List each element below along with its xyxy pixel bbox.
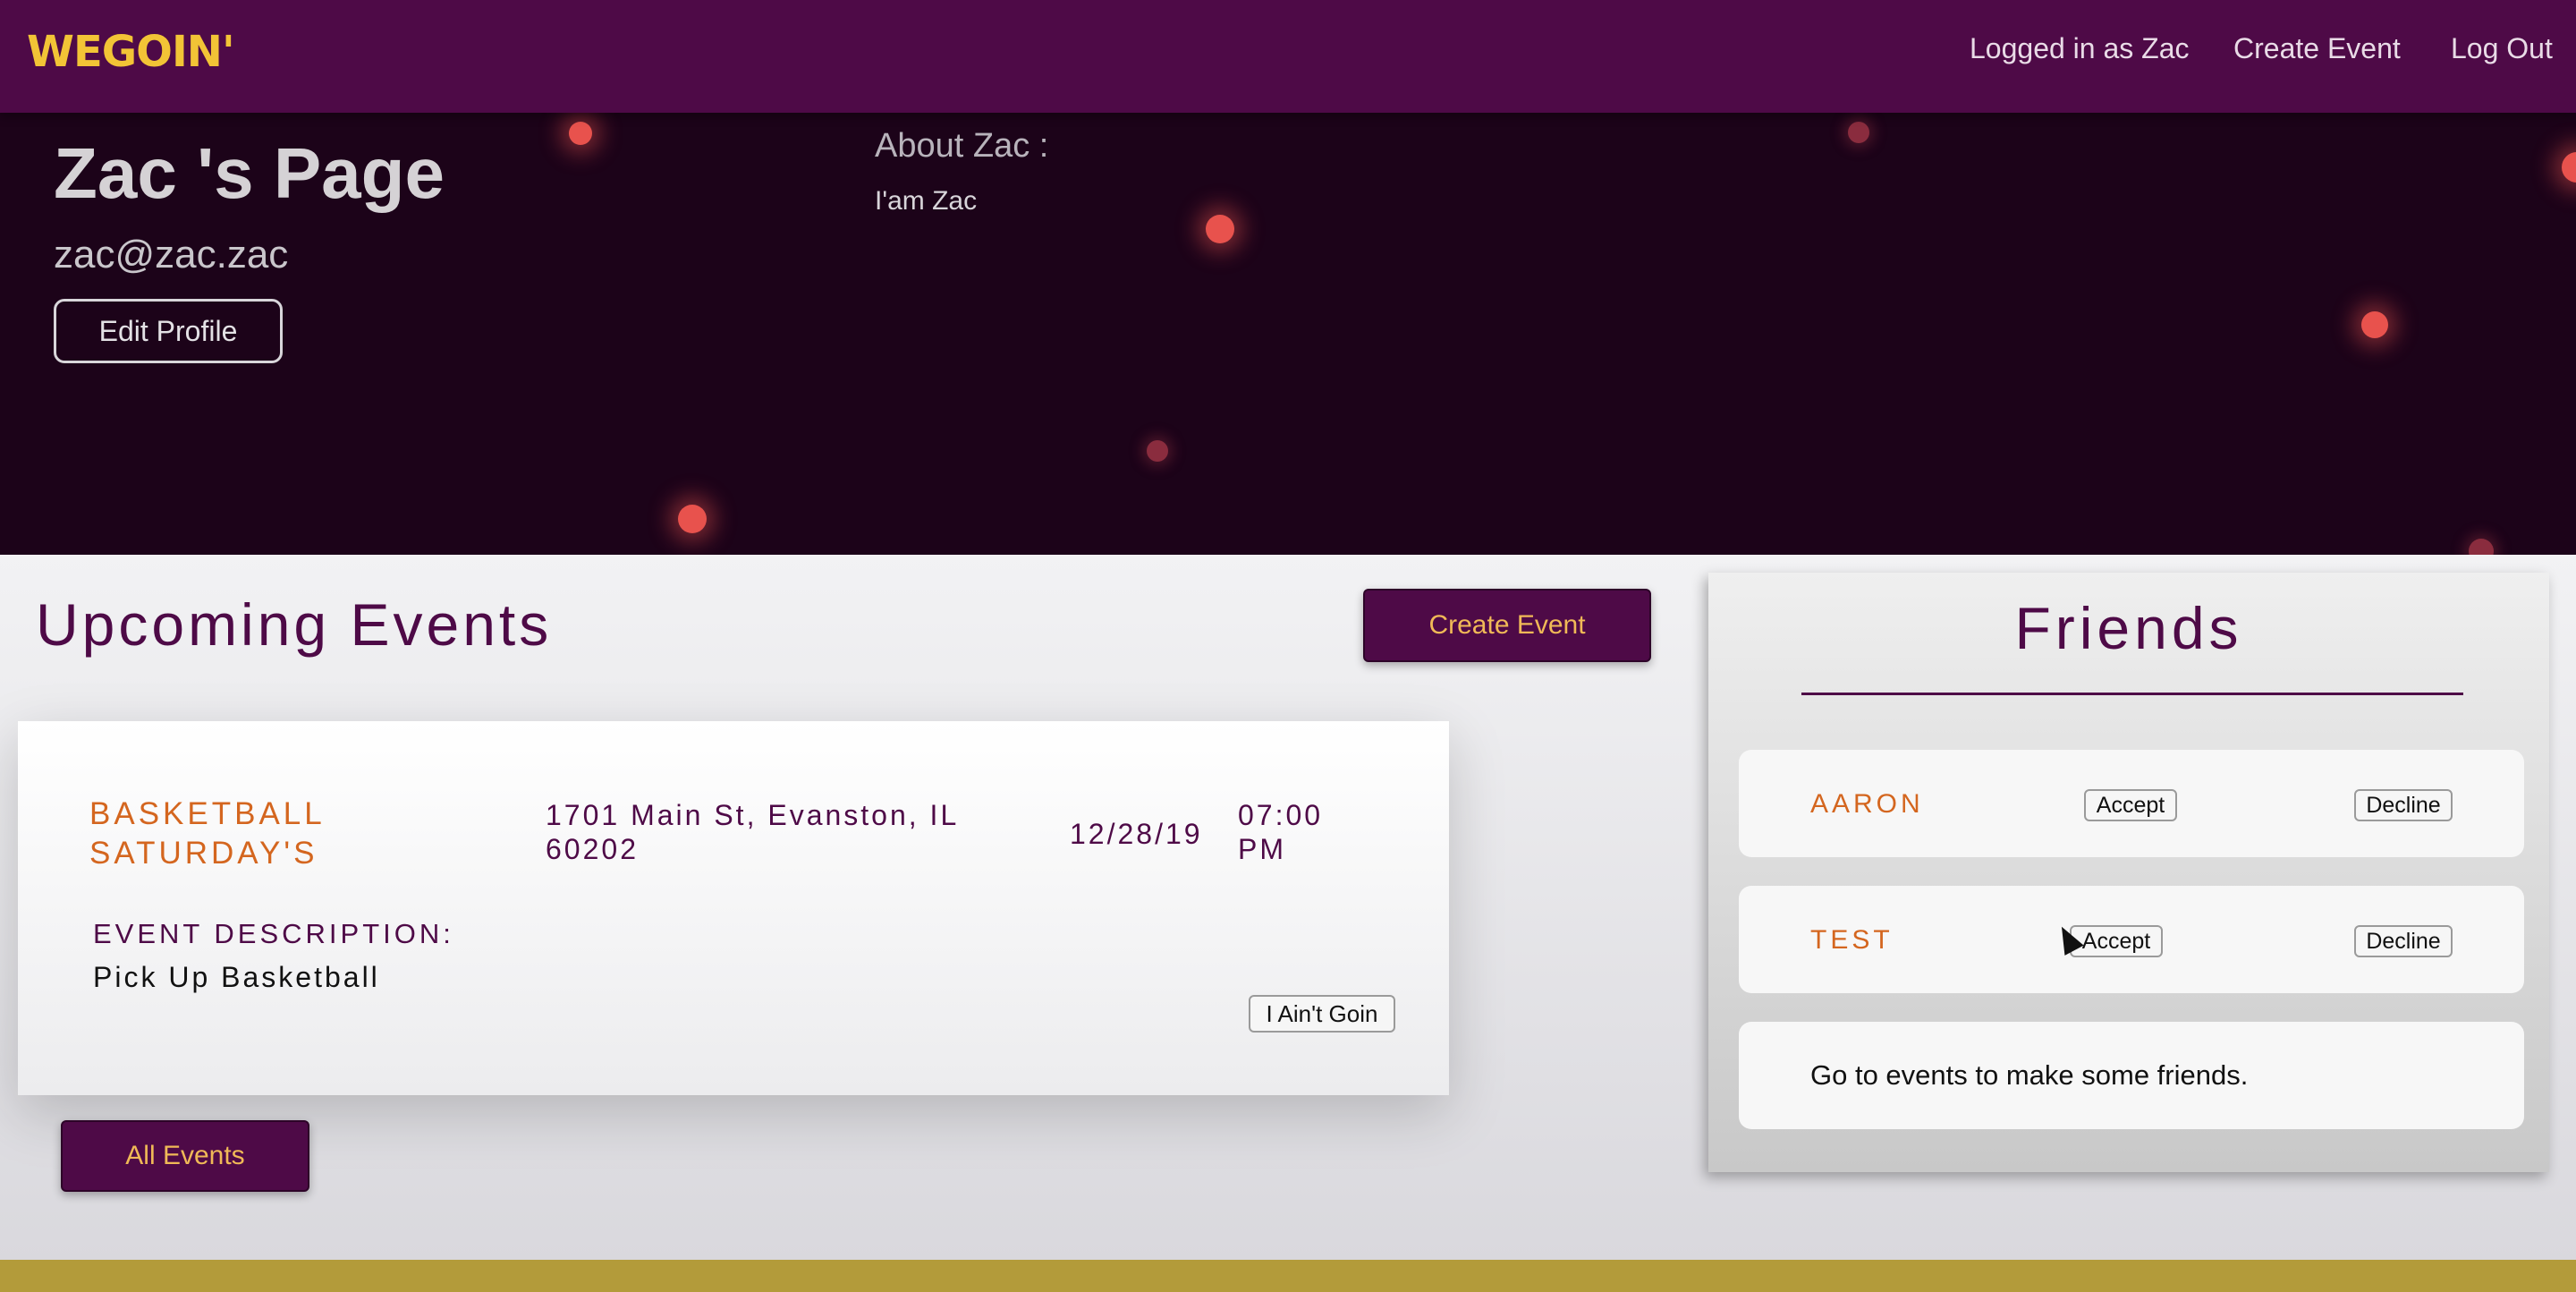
nav-create-event[interactable]: Create Event [2233,32,2401,65]
bokeh-light [2469,539,2494,555]
edit-profile-button[interactable]: Edit Profile [54,299,283,363]
profile-email: zac@zac.zac [54,233,289,276]
about-text: I'am Zac [875,186,978,216]
friend-request-card: AARON Accept Decline [1739,750,2524,857]
decline-button[interactable]: Decline [2354,789,2453,821]
divider [1801,693,2463,695]
bokeh-light [2361,311,2388,338]
accept-button[interactable]: Accept [2084,789,2177,821]
event-address: 1701 Main St, Evanston, IL 60202 [546,799,959,865]
decline-button[interactable]: Decline [2354,925,2453,957]
bokeh-light [1206,215,1234,243]
bokeh-light [678,505,707,533]
friends-title: Friends [2014,595,2243,661]
nav-logged-in[interactable]: Logged in as Zac [1970,32,2190,65]
navbar: WEGOIN' Logged in as Zac Create Event Lo… [0,0,2576,113]
event-description: Pick Up Basketball [93,961,380,993]
bokeh-light [2562,152,2576,183]
event-time: 07:00 PM [1238,799,1324,865]
event-description-label: EVENT DESCRIPTION: [93,918,454,949]
friends-panel: Friends AARON Accept Decline TEST Accept… [1708,573,2549,1172]
event-card: BASKETBALL SATURDAY'S 1701 Main St, Evan… [18,721,1449,1095]
bokeh-light [569,122,592,145]
event-date: 12/28/19 [1070,818,1203,850]
logo[interactable]: WEGOIN' [27,27,235,77]
about-label: About Zac : [875,127,1049,165]
friends-empty-card: Go to events to make some friends. [1739,1022,2524,1129]
all-events-button[interactable]: All Events [61,1120,309,1192]
nav-log-out[interactable]: Log Out [2451,32,2553,65]
accept-button[interactable]: Accept [2070,925,2163,957]
page-title: Zac 's Page [54,133,445,213]
friends-empty-message: Go to events to make some friends. [1810,1059,2249,1091]
bokeh-light [1147,440,1168,462]
friend-request-card: TEST Accept Decline [1739,886,2524,993]
upcoming-events-heading: Upcoming Events [36,591,553,658]
create-event-button[interactable]: Create Event [1363,589,1651,662]
event-name[interactable]: BASKETBALL SATURDAY'S [89,795,447,873]
bokeh-light [1848,122,1869,143]
footer-bar [0,1260,2576,1292]
profile-hero: Zac 's Page zac@zac.zac Edit Profile Abo… [0,113,2576,555]
friend-name[interactable]: TEST [1810,925,1894,956]
friend-name[interactable]: AARON [1810,789,1924,820]
not-going-button[interactable]: I Ain't Goin [1249,995,1395,1033]
